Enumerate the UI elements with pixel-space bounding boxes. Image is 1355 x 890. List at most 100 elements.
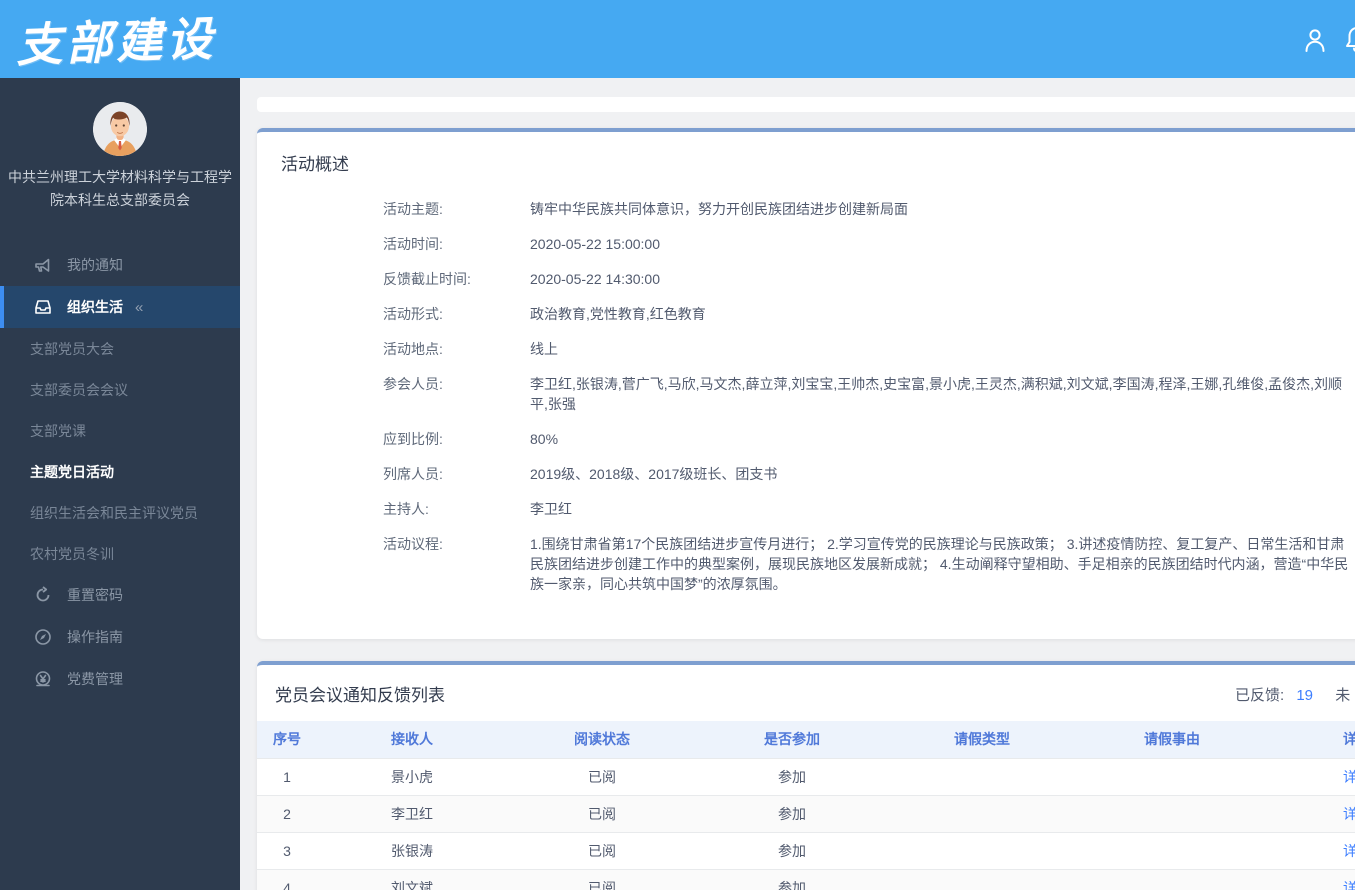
field-value: 1.围绕甘肃省第17个民族团结进步宣传月进行； 2.学习宣传党的民族理论与民族政…	[530, 536, 1349, 592]
field-value: 2020-05-22 14:30:00	[530, 271, 660, 287]
card-feedback-list: 党员会议通知反馈列表 已反馈: 19 未 序号 接收人 阅读状态 是否参加 请假…	[257, 661, 1355, 890]
org-name: 中共兰州理工大学材料科学与工程学院本科生总支部委员会	[8, 169, 232, 208]
field-label: 活动主题:	[383, 201, 443, 217]
field-row-host: 主持人: 李卫红	[383, 499, 1353, 519]
cell-attend: 参加	[697, 795, 887, 833]
submenu-item-rural-winter-training[interactable]: 农村党员冬训	[0, 533, 240, 574]
feedback-done-label: 已反馈:	[1235, 687, 1285, 704]
cell-leave-reason	[1077, 869, 1267, 890]
header-cell-read-status: 阅读状态	[507, 721, 697, 759]
feedback-title: 党员会议通知反馈列表	[275, 686, 445, 705]
reset-icon	[34, 586, 54, 604]
menu-item-label: 重置密码	[67, 587, 123, 603]
cell-leave-reason	[1077, 832, 1267, 870]
cell-no: 2	[257, 795, 317, 833]
header-cell-no: 序号	[257, 721, 317, 759]
breadcrumb-bar	[257, 97, 1355, 112]
table-header-row: 序号 接收人 阅读状态 是否参加 请假类型 请假事由 详情	[257, 721, 1355, 759]
feedback-pending-label: 未	[1335, 687, 1351, 704]
avatar	[93, 102, 147, 156]
feedback-stats: 已反馈: 19 未	[1235, 684, 1350, 705]
cell-receiver: 张银涛	[317, 832, 507, 870]
table-row: 3 张银涛 已阅 参加 详情	[257, 832, 1355, 870]
table-row: 4 刘文斌 已阅 参加 详情	[257, 869, 1355, 890]
fee-icon	[34, 670, 54, 688]
cell-leave-type	[887, 758, 1077, 796]
app-header: 支部建设	[0, 0, 1355, 78]
field-label: 活动时间:	[383, 236, 443, 252]
sidebar: 中共兰州理工大学材料科学与工程学院本科生总支部委员会 我的通知 组织生活 « 支…	[0, 78, 240, 890]
menu-item-org-life[interactable]: 组织生活 «	[0, 286, 240, 328]
header-cell-detail: 详情	[1267, 721, 1355, 759]
bell-icon[interactable]	[1344, 25, 1355, 56]
submenu-item-branch-member-meeting[interactable]: 支部党员大会	[0, 328, 240, 369]
cell-read-status: 已阅	[507, 795, 697, 833]
feedback-table: 序号 接收人 阅读状态 是否参加 请假类型 请假事由 详情 1 景小虎 已阅 参…	[257, 721, 1355, 890]
overview-title: 活动概述	[281, 155, 349, 174]
cell-leave-reason	[1077, 758, 1267, 796]
cell-receiver: 景小虎	[317, 758, 507, 796]
detail-link[interactable]: 详情	[1343, 806, 1355, 822]
submenu-item-label: 主题党日活动	[30, 463, 114, 480]
field-label: 参会人员:	[383, 376, 443, 392]
field-label: 应到比例:	[383, 431, 443, 447]
detail-link[interactable]: 详情	[1343, 769, 1355, 785]
cell-leave-type	[887, 795, 1077, 833]
inbox-icon	[34, 298, 54, 316]
cell-read-status: 已阅	[507, 869, 697, 890]
cell-read-status: 已阅	[507, 758, 697, 796]
collapse-icon[interactable]: «	[135, 299, 143, 316]
field-value: 政治教育,党性教育,红色教育	[530, 306, 706, 322]
detail-link[interactable]: 详情	[1343, 880, 1355, 890]
menu-item-party-fee[interactable]: 党费管理	[0, 658, 240, 700]
field-value: 2020-05-22 15:00:00	[530, 236, 660, 252]
field-row-feedback-deadline: 反馈截止时间: 2020-05-22 14:30:00	[383, 269, 1353, 289]
cell-attend: 参加	[697, 869, 887, 890]
submenu-item-label: 支部党课	[30, 422, 86, 439]
cell-no: 1	[257, 758, 317, 796]
cell-read-status: 已阅	[507, 832, 697, 870]
header-cell-leave-type: 请假类型	[887, 721, 1077, 759]
submenu-item-branch-lecture[interactable]: 支部党课	[0, 410, 240, 451]
submenu-item-label: 支部委员会会议	[30, 381, 128, 398]
user-icon[interactable]	[1303, 27, 1327, 56]
cell-receiver: 李卫红	[317, 795, 507, 833]
menu-item-label: 党费管理	[67, 671, 123, 687]
main-content: 活动概述 活动主题: 铸牢中华民族共同体意识，努力开创民族团结进步创建新局面 活…	[240, 78, 1355, 890]
field-label: 主持人:	[383, 501, 429, 517]
field-row-time: 活动时间: 2020-05-22 15:00:00	[383, 234, 1353, 254]
field-label: 列席人员:	[383, 466, 443, 482]
field-row-agenda: 活动议程: 1.围绕甘肃省第17个民族团结进步宣传月进行； 2.学习宣传党的民族…	[383, 534, 1353, 594]
submenu-item-label: 组织生活会和民主评议党员	[30, 504, 198, 521]
menu-item-my-notifications[interactable]: 我的通知	[0, 244, 240, 286]
header-cell-attend: 是否参加	[697, 721, 887, 759]
menu-item-user-guide[interactable]: 操作指南	[0, 616, 240, 658]
header-cell-leave-reason: 请假事由	[1077, 721, 1267, 759]
menu-item-label: 操作指南	[67, 629, 123, 645]
field-value: 铸牢中华民族共同体意识，努力开创民族团结进步创建新局面	[530, 201, 908, 217]
megaphone-icon	[34, 256, 54, 274]
field-value: 线上	[530, 341, 558, 357]
submenu-item-theme-party-day[interactable]: 主题党日活动	[0, 451, 240, 492]
cell-attend: 参加	[697, 832, 887, 870]
app-logo: 支部建设	[15, 11, 217, 73]
cell-receiver: 刘文斌	[317, 869, 507, 890]
field-row-attendance-ratio: 应到比例: 80%	[383, 429, 1353, 449]
field-row-location: 活动地点: 线上	[383, 339, 1353, 359]
menu-item-label: 组织生活	[67, 299, 123, 315]
menu-item-reset-password[interactable]: 重置密码	[0, 574, 240, 616]
detail-link[interactable]: 详情	[1343, 843, 1355, 859]
submenu-item-committee-meeting[interactable]: 支部委员会会议	[0, 369, 240, 410]
field-label: 活动议程:	[383, 536, 443, 552]
header-cell-receiver: 接收人	[317, 721, 507, 759]
field-label: 活动形式:	[383, 306, 443, 322]
cell-no: 3	[257, 832, 317, 870]
menu-item-label: 我的通知	[67, 257, 123, 273]
cell-no: 4	[257, 869, 317, 890]
sidebar-menu: 我的通知 组织生活 « 支部党员大会 支部委员会会议 支部党课 主题党日活动 组…	[0, 244, 240, 700]
submenu-item-label: 支部党员大会	[30, 340, 114, 357]
cell-leave-reason	[1077, 795, 1267, 833]
submenu-item-democratic-review[interactable]: 组织生活会和民主评议党员	[0, 492, 240, 533]
field-row-topic: 活动主题: 铸牢中华民族共同体意识，努力开创民族团结进步创建新局面	[383, 199, 1353, 219]
card-activity-overview: 活动概述 活动主题: 铸牢中华民族共同体意识，努力开创民族团结进步创建新局面 活…	[257, 128, 1355, 639]
